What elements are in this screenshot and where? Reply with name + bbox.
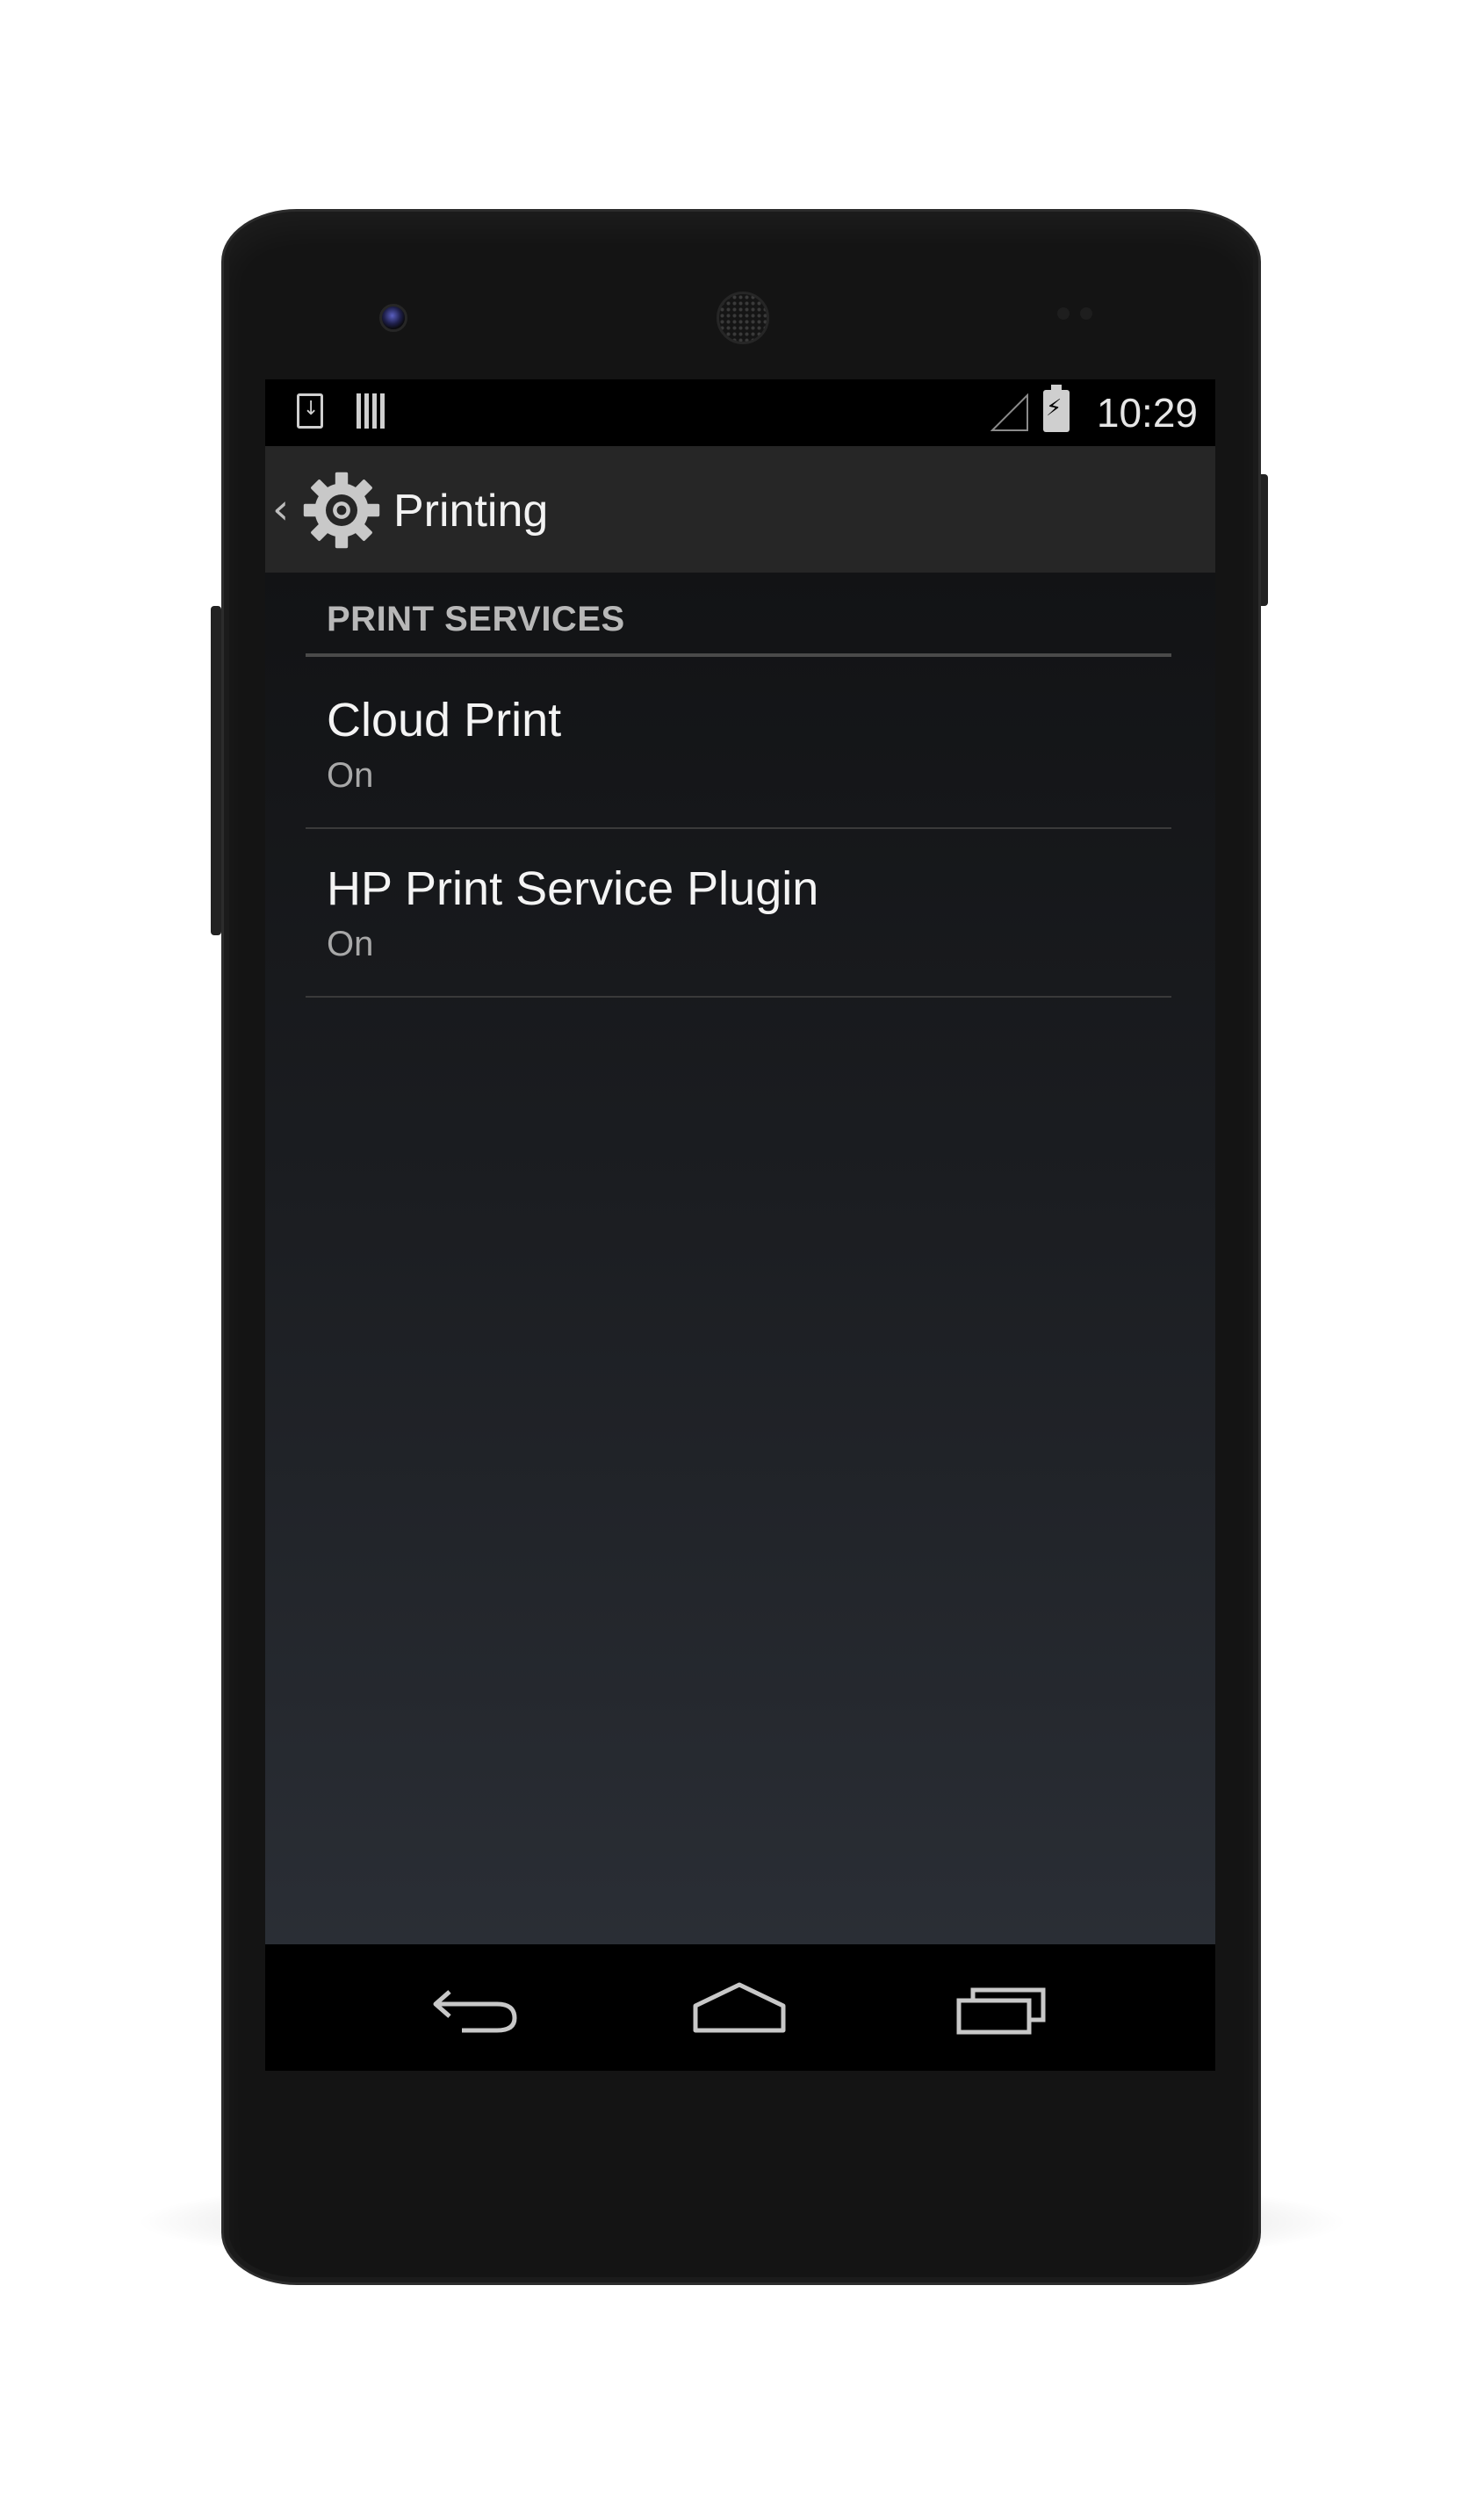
barcode-icon (357, 393, 388, 429)
page-title: Printing (393, 486, 549, 537)
status-clock: 10:29 (1096, 390, 1198, 436)
navigation-bar (265, 1944, 1215, 2071)
list-item-cloud-print[interactable]: Cloud Print On (306, 660, 1171, 829)
screen: 10:29 ‹ Printing PRINT SERVICES (265, 379, 1215, 2071)
battery-charging-icon (1043, 385, 1070, 432)
signal-icon (991, 393, 1028, 431)
settings-gear-icon[interactable] (302, 471, 381, 550)
status-bar: 10:29 (265, 379, 1215, 446)
settings-list: PRINT SERVICES Cloud Print On HP Print S… (265, 573, 1215, 1944)
earpiece-speaker-icon (717, 292, 769, 344)
list-item-hp-print-service-plugin[interactable]: HP Print Service Plugin On (306, 829, 1171, 998)
chevron-left-icon[interactable]: ‹ (272, 485, 289, 534)
list-item-title: HP Print Service Plugin (327, 862, 819, 915)
home-icon[interactable] (687, 1974, 792, 2041)
download-icon (297, 393, 323, 429)
list-divider (306, 996, 1171, 998)
list-item-title: Cloud Print (327, 694, 562, 746)
section-header: PRINT SERVICES (327, 600, 625, 638)
back-icon[interactable] (423, 1974, 529, 2041)
front-camera-icon (379, 304, 407, 332)
volume-rocker[interactable] (211, 606, 221, 935)
recents-icon[interactable] (950, 1974, 1055, 2041)
section-divider (306, 653, 1171, 657)
list-item-summary: On (327, 756, 374, 795)
action-bar: ‹ Printing (265, 446, 1215, 574)
proximity-sensors-icon (1057, 307, 1110, 321)
list-item-summary: On (327, 925, 374, 963)
